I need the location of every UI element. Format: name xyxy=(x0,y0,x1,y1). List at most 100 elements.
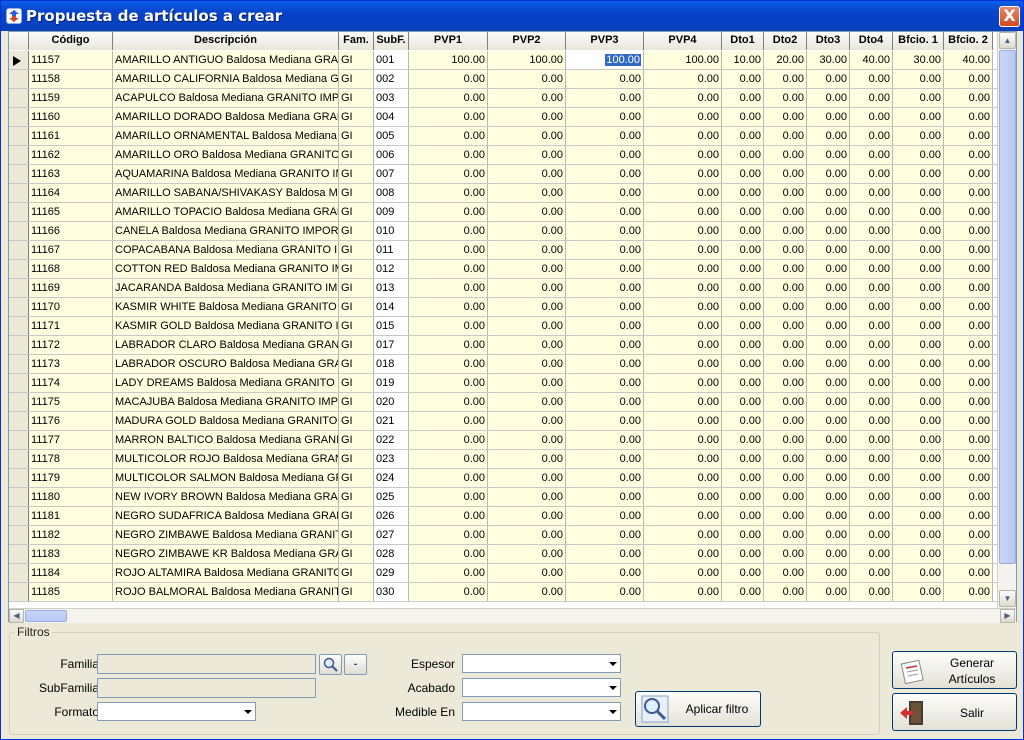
table-cell[interactable]: NEGRO SUDAFRICA Baldosa Mediana GRANIT xyxy=(113,507,339,525)
table-cell[interactable]: 0.00 xyxy=(644,545,722,563)
table-cell[interactable]: 008 xyxy=(374,184,409,202)
table-cell[interactable]: 0.00 xyxy=(893,317,944,335)
table-cell[interactable]: 0.00 xyxy=(893,260,944,278)
row-indicator[interactable] xyxy=(9,545,29,563)
table-cell[interactable]: 11185 xyxy=(29,583,113,601)
table-cell[interactable]: CANELA Baldosa Mediana GRANITO IMPORT. I xyxy=(113,222,339,240)
table-cell[interactable]: 0.00 xyxy=(566,545,644,563)
table-cell[interactable]: 0.00 xyxy=(488,146,566,164)
table-cell[interactable]: 0.00 xyxy=(944,279,993,297)
table-cell[interactable]: 0.00 xyxy=(644,564,722,582)
table-cell[interactable]: 0.00 xyxy=(644,260,722,278)
table-cell[interactable]: 0.00 xyxy=(893,127,944,145)
table-cell[interactable]: 025 xyxy=(374,488,409,506)
table-cell[interactable]: 40.00 xyxy=(944,51,993,69)
table-cell[interactable]: 11171 xyxy=(29,317,113,335)
table-cell[interactable]: 0.00 xyxy=(409,70,488,88)
table-cell[interactable]: 0.00 xyxy=(893,203,944,221)
table-cell[interactable]: 0.00 xyxy=(893,108,944,126)
table-cell[interactable]: 0.00 xyxy=(893,89,944,107)
table-cell[interactable]: 0.00 xyxy=(722,317,764,335)
table-cell[interactable]: 0.00 xyxy=(807,146,850,164)
table-cell[interactable]: 11160 xyxy=(29,108,113,126)
table-cell[interactable]: 0.00 xyxy=(764,583,807,601)
table-row[interactable]: 11176 MADURA GOLD Baldosa Mediana GRANITO… xyxy=(9,412,997,431)
row-indicator[interactable] xyxy=(9,165,29,183)
table-cell[interactable]: 0.00 xyxy=(644,279,722,297)
medible-select[interactable] xyxy=(462,702,621,721)
table-cell[interactable]: 0.00 xyxy=(566,260,644,278)
table-cell[interactable]: GI xyxy=(339,469,374,487)
table-cell[interactable]: 0.00 xyxy=(409,583,488,601)
table-cell[interactable]: 0.00 xyxy=(893,374,944,392)
table-row[interactable]: 11166 CANELA Baldosa Mediana GRANITO IMPO… xyxy=(9,222,997,241)
table-cell[interactable]: AMARILLO ANTIGUO Baldosa Mediana GRANI xyxy=(113,51,339,69)
table-cell[interactable]: 0.00 xyxy=(850,545,893,563)
table-row[interactable]: 11175 MACAJUBA Baldosa Mediana GRANITO IM… xyxy=(9,393,997,412)
table-cell[interactable]: 0.00 xyxy=(944,507,993,525)
table-cell[interactable]: 0.00 xyxy=(944,336,993,354)
table-cell[interactable]: 100.00 xyxy=(409,51,488,69)
table-cell[interactable]: 0.00 xyxy=(807,108,850,126)
table-cell[interactable]: 0.00 xyxy=(722,412,764,430)
chevron-down-icon[interactable] xyxy=(604,656,619,671)
table-cell[interactable]: 0.00 xyxy=(644,203,722,221)
table-cell[interactable]: 0.00 xyxy=(722,355,764,373)
table-cell[interactable]: GI xyxy=(339,108,374,126)
table-cell[interactable]: 0.00 xyxy=(722,298,764,316)
table-cell[interactable]: 0.00 xyxy=(644,222,722,240)
table-cell[interactable]: 0.00 xyxy=(722,564,764,582)
table-cell[interactable]: 0.00 xyxy=(409,89,488,107)
table-cell[interactable]: 006 xyxy=(374,146,409,164)
table-cell[interactable]: 0.00 xyxy=(764,336,807,354)
table-cell[interactable]: 11158 xyxy=(29,70,113,88)
table-cell[interactable]: 0.00 xyxy=(944,545,993,563)
table-cell[interactable]: LADY DREAMS Baldosa Mediana GRANITO IM xyxy=(113,374,339,392)
table-cell[interactable]: 0.00 xyxy=(807,526,850,544)
row-indicator[interactable] xyxy=(9,184,29,202)
table-cell[interactable]: 027 xyxy=(374,526,409,544)
table-cell[interactable]: 019 xyxy=(374,374,409,392)
table-cell[interactable]: GI xyxy=(339,184,374,202)
table-cell[interactable]: 0.00 xyxy=(893,241,944,259)
row-indicator[interactable] xyxy=(9,89,29,107)
table-row[interactable]: 11180 NEW IVORY BROWN Baldosa Mediana GRA… xyxy=(9,488,997,507)
table-cell[interactable]: 0.00 xyxy=(807,450,850,468)
table-cell[interactable]: 0.00 xyxy=(807,317,850,335)
table-cell[interactable]: 0.00 xyxy=(944,184,993,202)
table-cell[interactable]: 0.00 xyxy=(409,298,488,316)
table-cell[interactable]: COPACABANA Baldosa Mediana GRANITO IMP xyxy=(113,241,339,259)
table-cell[interactable]: 014 xyxy=(374,298,409,316)
table-cell[interactable]: KASMIR WHITE Baldosa Mediana GRANITO IMP xyxy=(113,298,339,316)
chevron-down-icon[interactable] xyxy=(604,680,619,695)
table-cell[interactable]: 0.00 xyxy=(807,298,850,316)
table-cell[interactable]: 11166 xyxy=(29,222,113,240)
table-cell[interactable]: GI xyxy=(339,127,374,145)
table-cell[interactable]: 30.00 xyxy=(807,51,850,69)
table-row[interactable]: 11184 ROJO ALTAMIRA Baldosa Mediana GRANI… xyxy=(9,564,997,583)
table-cell[interactable]: 0.00 xyxy=(722,165,764,183)
table-cell[interactable]: 0.00 xyxy=(488,241,566,259)
subfamilia-field[interactable] xyxy=(97,678,316,698)
table-cell[interactable]: 0.00 xyxy=(722,146,764,164)
table-cell[interactable]: 0.00 xyxy=(488,545,566,563)
table-cell[interactable]: 0.00 xyxy=(722,127,764,145)
table-cell[interactable]: 003 xyxy=(374,89,409,107)
table-cell[interactable]: 0.00 xyxy=(764,241,807,259)
table-cell[interactable]: 0.00 xyxy=(644,412,722,430)
table-cell[interactable]: 0.00 xyxy=(722,203,764,221)
row-indicator[interactable] xyxy=(9,260,29,278)
apply-filter-button[interactable]: Aplicar filtro xyxy=(635,691,761,727)
table-cell[interactable]: 0.00 xyxy=(644,450,722,468)
table-row[interactable]: 11162 AMARILLO ORO Baldosa Mediana GRANIT… xyxy=(9,146,997,165)
row-indicator[interactable] xyxy=(9,583,29,601)
table-cell[interactable]: 0.00 xyxy=(764,279,807,297)
table-cell[interactable]: 0.00 xyxy=(850,298,893,316)
table-cell[interactable]: 11176 xyxy=(29,412,113,430)
table-cell[interactable]: 0.00 xyxy=(764,70,807,88)
table-cell[interactable]: 0.00 xyxy=(850,127,893,145)
table-cell[interactable]: 0.00 xyxy=(644,89,722,107)
table-cell[interactable]: GI xyxy=(339,526,374,544)
table-cell[interactable]: AQUAMARINA Baldosa Mediana GRANITO IMP xyxy=(113,165,339,183)
table-cell[interactable]: 0.00 xyxy=(722,336,764,354)
